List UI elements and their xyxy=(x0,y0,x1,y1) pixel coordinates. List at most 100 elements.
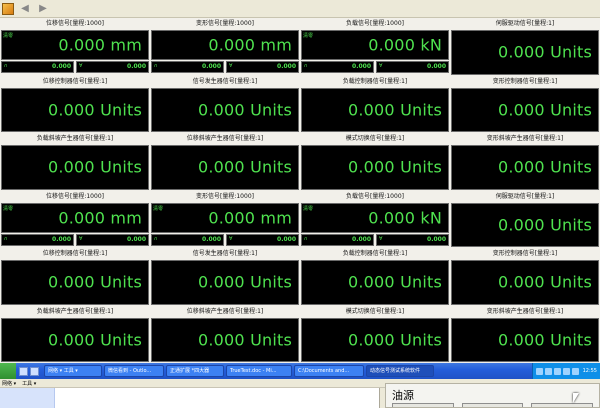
min-readout: ∩ 0.000 xyxy=(151,61,224,73)
valley-icon: ∩ xyxy=(304,235,308,242)
quick-launch-icon[interactable] xyxy=(19,366,28,376)
min-value: 0.000 xyxy=(352,63,371,70)
signal-panel[interactable]: 变形斜坡产生器信号[量程:1] 0.000 Units xyxy=(450,305,600,364)
signal-panel[interactable]: 变形控制器信号[量程:1] 0.000 Units xyxy=(450,75,600,134)
tray-icon[interactable] xyxy=(562,367,570,375)
signal-panel[interactable]: 模式切换信号[量程:1] 0.000 Units xyxy=(300,133,450,191)
min-readout: ∩ 0.000 xyxy=(1,233,74,246)
signal-readout: 0.000 Units xyxy=(451,87,599,132)
explorer-task-pane xyxy=(0,388,55,408)
signal-panel-title: 伺服驱动信号[量程:1] xyxy=(450,18,600,29)
valley-icon: ∩ xyxy=(4,235,8,242)
signal-panel[interactable]: 位移信号[量程:1000] 清零 0.000 mm ∩ 0.000 ∀ 0.000 xyxy=(0,190,150,249)
app-icon[interactable] xyxy=(2,2,14,15)
zero-label[interactable]: 清零 xyxy=(153,205,163,212)
signal-panel-grid: 位移信号[量程:1000] 清零 0.000 mm ∩ 0.000 ∀ 0.000 变形信号[… xyxy=(0,18,600,363)
signal-panel[interactable]: 负载斜坡产生器信号[量程:1] 0.000 Units xyxy=(0,133,150,191)
signal-panel[interactable]: 信号发生器信号[量程:1] 0.000 Units xyxy=(150,248,300,306)
signal-panel[interactable]: 变形斜坡产生器信号[量程:1] 0.000 Units xyxy=(450,133,600,191)
quick-launch xyxy=(16,366,42,376)
max-value: 0.000 xyxy=(277,63,296,70)
signal-panel-title: 信号发生器信号[量程:1] xyxy=(150,75,300,87)
tray-icon[interactable] xyxy=(553,367,561,375)
signal-panel[interactable]: 负载控制器信号[量程:1] 0.000 Units xyxy=(300,75,450,134)
min-readout: ∩ 0.000 xyxy=(151,233,224,246)
tray-icon[interactable] xyxy=(571,367,579,375)
dialog-buttons xyxy=(392,403,594,407)
min-readout: ∩ 0.000 xyxy=(301,61,374,73)
signal-panel[interactable]: 负载斜坡产生器信号[量程:1] 0.000 Units xyxy=(0,305,150,364)
zero-label[interactable]: 清零 xyxy=(303,32,313,39)
dialog-button[interactable] xyxy=(531,403,594,407)
taskbar-window-button[interactable]: 正通扩展 *四大器 xyxy=(166,365,224,377)
dialog-button[interactable] xyxy=(392,403,454,407)
signal-panel-title: 位移控制器信号[量程:1] xyxy=(0,75,150,87)
forward-arrow-icon[interactable]: ▶ xyxy=(36,2,50,16)
zero-label[interactable]: 清零 xyxy=(303,205,313,212)
signal-panel[interactable]: 变形控制器信号[量程:1] 0.000 Units xyxy=(450,248,600,306)
signal-readout: 清零 0.000 mm xyxy=(151,202,299,233)
zero-label[interactable]: 清零 xyxy=(3,205,13,212)
signal-panel[interactable]: 负载控制器信号[量程:1] 0.000 Units xyxy=(300,248,450,306)
zero-label[interactable]: 清零 xyxy=(3,32,13,39)
min-value: 0.000 xyxy=(202,235,221,243)
signal-panel[interactable]: 变形信号[量程:1000] 清零 0.000 mm ∩ 0.000 ∀ 0.000 xyxy=(150,190,300,249)
max-value: 0.000 xyxy=(427,63,446,70)
signal-readout: 0.000 Units xyxy=(151,260,299,305)
signal-readout: 清零 0.000 mm xyxy=(1,202,149,233)
signal-panel[interactable]: 变形信号[量程:1000] 0.000 mm ∩ 0.000 ∀ 0.000 xyxy=(150,18,300,76)
signal-panel[interactable]: 位移控制器信号[量程:1] 0.000 Units xyxy=(0,248,150,306)
taskbar-window-button[interactable]: 微信看到 - Outlo... xyxy=(104,365,164,377)
explorer-content xyxy=(0,388,380,408)
signal-value: 0.000 Units xyxy=(48,100,142,120)
signal-value: 0.000 Units xyxy=(48,272,142,292)
peak-readouts: ∩ 0.000 ∀ 0.000 xyxy=(301,61,449,73)
signal-panel[interactable]: 伺服驱动信号[量程:1] 0.000 Units xyxy=(450,190,600,249)
signal-panel[interactable]: 信号发生器信号[量程:1] 0.000 Units xyxy=(150,75,300,134)
taskbar-window-button[interactable]: C:\Documents and... xyxy=(294,365,364,377)
taskbar-window-button[interactable]: TrueTest.doc - Mi... xyxy=(226,365,292,377)
signal-value: 0.000 Units xyxy=(498,42,592,62)
signal-panel-title: 负载信号[量程:1000] xyxy=(300,18,450,29)
clock: 12:55 xyxy=(582,368,597,374)
tray-icon[interactable] xyxy=(535,367,543,375)
signal-panel[interactable]: 位移信号[量程:1000] 清零 0.000 mm ∩ 0.000 ∀ 0.000 xyxy=(0,18,150,76)
taskbar-window-button[interactable]: 动态信号测试系统软件 xyxy=(366,365,434,377)
max-readout: ∀ 0.000 xyxy=(376,233,449,246)
signal-panel[interactable]: 位移控制器信号[量程:1] 0.000 Units xyxy=(0,75,150,134)
signal-panel[interactable]: 负载信号[量程:1000] 清零 0.000 kN ∩ 0.000 ∀ 0.000 xyxy=(300,18,450,76)
signal-panel-title: 位移斜坡产生器信号[量程:1] xyxy=(150,305,300,317)
signal-value: 0.000 mm xyxy=(208,35,292,55)
signal-value: 0.000 Units xyxy=(348,272,442,292)
signal-value: 0.000 mm xyxy=(208,208,292,227)
signal-panel-title: 位移控制器信号[量程:1] xyxy=(0,248,150,259)
tray-icon[interactable] xyxy=(544,367,552,375)
back-arrow-icon[interactable]: ◀ xyxy=(18,2,32,16)
signal-readout: 0.000 Units xyxy=(451,145,599,190)
max-readout: ∀ 0.000 xyxy=(226,61,299,73)
taskbar-buttons: 网络 ▾ 工具 ▾ 微信看到 - Outlo... 正通扩展 *四大器 TrueTes… xyxy=(42,363,434,379)
signal-panel[interactable]: 位移斜坡产生器信号[量程:1] 0.000 Units xyxy=(150,133,300,191)
explorer-menu-network[interactable]: 网络 ▾ xyxy=(2,380,16,387)
signal-panel[interactable]: 伺服驱动信号[量程:1] 0.000 Units xyxy=(450,18,600,76)
signal-readout: 0.000 Units xyxy=(1,87,149,132)
taskbar-window-button[interactable]: 网络 ▾ 工具 ▾ xyxy=(44,365,102,377)
signal-panel[interactable]: 负载信号[量程:1000] 清零 0.000 kN ∩ 0.000 ∀ 0.000 xyxy=(300,190,450,249)
signal-panel[interactable]: 位移斜坡产生器信号[量程:1] 0.000 Units xyxy=(150,305,300,364)
signal-readout: 0.000 mm xyxy=(151,30,299,60)
top-toolbar: ◀ ▶ xyxy=(0,0,600,18)
peak-readouts: ∩ 0.000 ∀ 0.000 xyxy=(151,61,299,73)
signal-readout: 0.000 Units xyxy=(301,260,449,305)
explorer-menu-tools[interactable]: 工具 ▾ xyxy=(22,380,36,387)
start-button[interactable] xyxy=(0,363,16,379)
signal-panel-title: 负载信号[量程:1000] xyxy=(300,190,450,202)
quick-launch-icon[interactable] xyxy=(30,366,39,376)
oil-source-dialog: 油源 xyxy=(385,383,600,408)
signal-panel-title: 负载斜坡产生器信号[量程:1] xyxy=(0,133,150,144)
signal-readout: 清零 0.000 kN xyxy=(301,30,449,60)
signal-panel[interactable]: 模式切换信号[量程:1] 0.000 Units xyxy=(300,305,450,364)
dialog-button[interactable] xyxy=(461,403,524,407)
peak-icon: ∀ xyxy=(379,63,383,69)
max-value: 0.000 xyxy=(127,63,146,70)
signal-readout: 0.000 Units xyxy=(1,317,149,362)
